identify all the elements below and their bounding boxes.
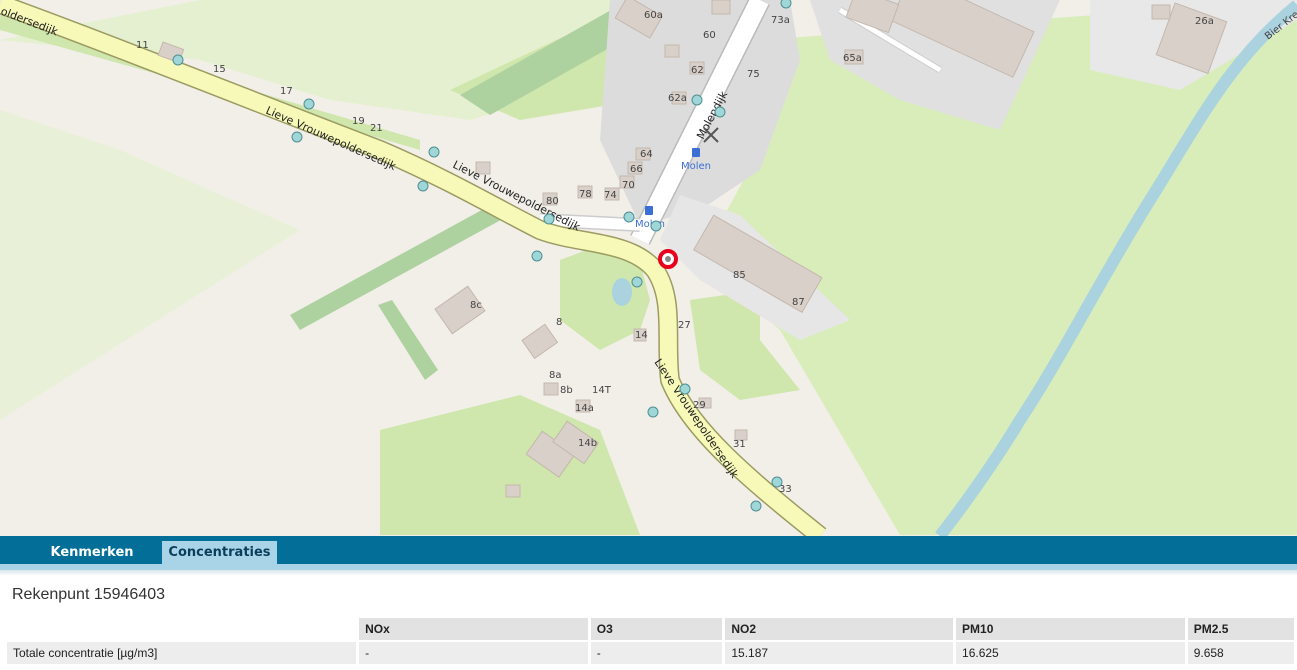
map-canvas[interactable]: oldersedijk Lieve Vrouwepoldersedijk Lie…: [0, 0, 1297, 536]
table-cell: -: [359, 642, 588, 664]
measurement-point: [531, 250, 543, 262]
house-number: 8a: [549, 370, 562, 381]
house-number: 74: [604, 190, 617, 201]
house-number: 29: [693, 400, 706, 411]
panel-divider: [0, 570, 1297, 576]
house-number: 66: [630, 164, 643, 175]
house-number: 60a: [644, 10, 663, 21]
house-number: 80: [546, 196, 559, 207]
measurement-point: [691, 94, 703, 106]
house-number: 62: [691, 65, 704, 76]
concentration-table: NOx O3 NO2 PM10 PM2.5 Totale concentrati…: [4, 616, 1297, 666]
bus-stop-label: Molen: [681, 161, 711, 172]
table-header-row: NOx O3 NO2 PM10 PM2.5: [7, 618, 1294, 640]
column-header: NO2: [725, 618, 954, 640]
measurement-point: [543, 213, 555, 225]
measurement-point: [714, 106, 726, 118]
measurement-point: [771, 476, 783, 488]
table-row: Totale concentratie [µg/m3] - - 15.187 1…: [7, 642, 1294, 664]
meadow-area: [0, 110, 300, 420]
table-cell: -: [590, 642, 723, 664]
house-number: 8c: [470, 300, 482, 311]
house-number: 14b: [578, 438, 597, 449]
column-header: PM2.5: [1187, 618, 1294, 640]
house-number: 27: [678, 320, 691, 331]
house-number: 17: [280, 86, 293, 97]
measurement-point: [428, 146, 440, 158]
measurement-point: [623, 211, 635, 223]
tab-concentraties[interactable]: Concentraties: [162, 541, 277, 564]
house-number: 14: [635, 330, 648, 341]
forest-strip: [378, 300, 438, 380]
row-label: Totale concentratie [µg/m3]: [7, 642, 357, 664]
house-number: 14T: [592, 385, 612, 396]
table-cell: 9.658: [1187, 642, 1294, 664]
tab-kenmerken[interactable]: Kenmerken: [40, 541, 144, 564]
measurement-point: [291, 131, 303, 143]
measurement-point: [303, 98, 315, 110]
column-header: PM10: [956, 618, 1185, 640]
panel-title: Rekenpunt 15946403: [12, 586, 166, 603]
measurement-point: [780, 0, 792, 9]
house-number: 11: [136, 40, 149, 51]
measurement-point: [417, 180, 429, 192]
measurement-point: [679, 383, 691, 395]
house-number: 62a: [668, 93, 687, 104]
measurement-point: [631, 276, 643, 288]
table-cell: 16.625: [956, 642, 1185, 664]
meadow-area: [380, 395, 640, 535]
house-number: 65a: [843, 53, 862, 64]
house-number: 31: [733, 439, 746, 450]
house-number: 87: [792, 297, 805, 308]
house-number: 78: [579, 189, 592, 200]
pond: [612, 278, 632, 306]
house-number: 8b: [560, 385, 573, 396]
house-number: 73a: [771, 15, 790, 26]
table-header-blank: [7, 618, 357, 640]
measurement-point: [650, 220, 662, 232]
map-view[interactable]: oldersedijk Lieve Vrouwepoldersedijk Lie…: [0, 0, 1297, 536]
house-number: 70: [622, 180, 635, 191]
column-header: O3: [590, 618, 723, 640]
house-number: 21: [370, 123, 383, 134]
house-number: 85: [733, 270, 746, 281]
house-number: 64: [640, 149, 653, 160]
house-number: 19: [352, 116, 365, 127]
selected-point-center: [665, 256, 671, 262]
house-number: 60: [703, 30, 716, 41]
table-cell: 15.187: [725, 642, 954, 664]
house-number: 15: [213, 64, 226, 75]
column-header: NOx: [359, 618, 588, 640]
house-number: 14a: [575, 403, 594, 414]
house-number: 26a: [1195, 16, 1214, 27]
measurement-point: [172, 54, 184, 66]
measurement-point: [750, 500, 762, 512]
house-number: 75: [747, 69, 760, 80]
measurement-point: [647, 406, 659, 418]
house-number: 8: [556, 317, 562, 328]
